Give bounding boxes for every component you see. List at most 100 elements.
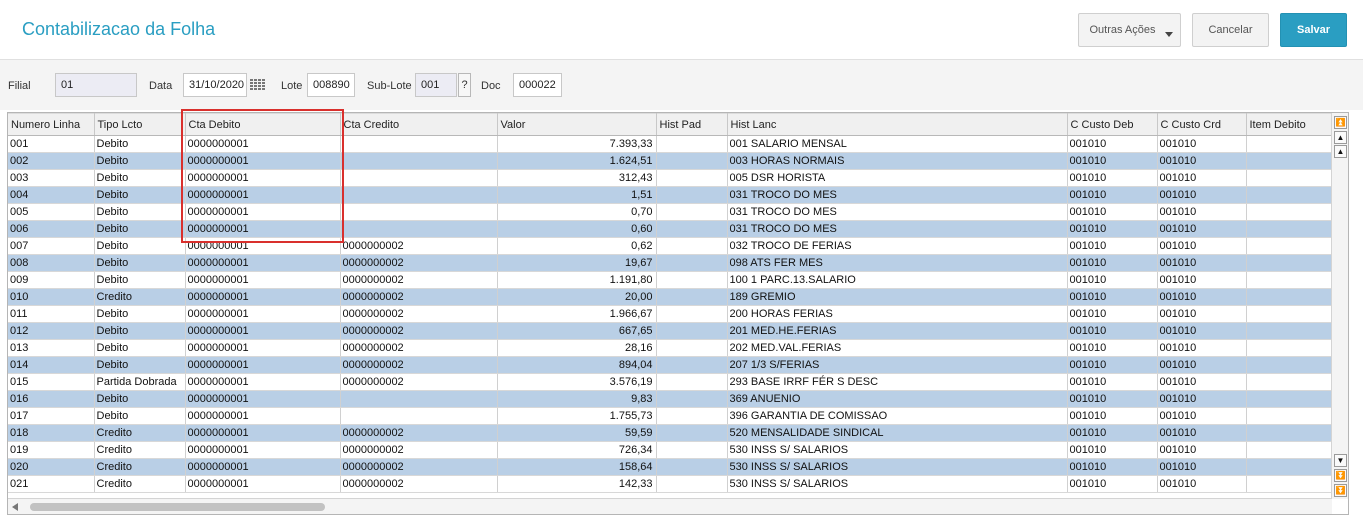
table-cell[interactable]: 001010: [1157, 220, 1247, 238]
table-cell[interactable]: 0000000001: [185, 186, 341, 204]
table-cell[interactable]: Debito: [94, 220, 186, 238]
column-header[interactable]: Hist Lanc: [727, 113, 1068, 136]
table-cell[interactable]: [340, 390, 498, 408]
calendar-icon[interactable]: [250, 79, 266, 91]
doc-field[interactable]: 000022: [513, 73, 562, 97]
table-row[interactable]: 019 Credito 0000000001 0000000002 726,34 530 …: [8, 441, 1333, 459]
table-cell[interactable]: [340, 407, 498, 425]
table-row[interactable]: 007 Debito 0000000001 0000000002 0,62 032 TRO…: [8, 237, 1333, 255]
column-header[interactable]: Item Debito: [1246, 113, 1333, 136]
lancamentos-grid[interactable]: Numero Linha Tipo Lcto Cta Debito Cta Credi…: [7, 112, 1349, 515]
table-cell[interactable]: [656, 203, 728, 221]
table-cell[interactable]: 001010: [1157, 288, 1247, 306]
table-cell[interactable]: 001010: [1067, 424, 1158, 442]
table-cell[interactable]: 001 SALARIO MENSAL: [727, 135, 1068, 153]
sublote-help-button[interactable]: ?: [458, 73, 471, 97]
table-cell[interactable]: Debito: [94, 322, 186, 340]
table-cell[interactable]: Debito: [94, 356, 186, 374]
filial-field[interactable]: 01: [55, 73, 137, 97]
table-cell[interactable]: [656, 305, 728, 323]
scroll-left-icon[interactable]: [12, 503, 18, 511]
table-cell[interactable]: 018: [8, 424, 95, 442]
table-cell[interactable]: Partida Dobrada: [94, 373, 186, 391]
table-cell[interactable]: [656, 458, 728, 476]
table-cell[interactable]: Debito: [94, 203, 186, 221]
table-cell[interactable]: [656, 356, 728, 374]
table-cell[interactable]: 001010: [1067, 237, 1158, 255]
table-cell[interactable]: [340, 186, 498, 204]
table-cell[interactable]: 530 INSS S/ SALARIOS: [727, 441, 1068, 459]
table-cell[interactable]: 008: [8, 254, 95, 272]
table-row[interactable]: 014 Debito 0000000001 0000000002 894,04 207 1…: [8, 356, 1333, 374]
table-cell[interactable]: 19,67: [497, 254, 657, 272]
table-cell[interactable]: 0000000001: [185, 390, 341, 408]
table-cell[interactable]: 001010: [1157, 203, 1247, 221]
save-button[interactable]: Salvar: [1280, 13, 1347, 47]
table-cell[interactable]: 0000000001: [185, 203, 341, 221]
table-cell[interactable]: 530 INSS S/ SALARIOS: [727, 475, 1068, 493]
table-cell[interactable]: 0000000001: [185, 288, 341, 306]
table-cell[interactable]: 1.755,73: [497, 407, 657, 425]
table-cell[interactable]: 0000000002: [340, 237, 498, 255]
table-cell[interactable]: Debito: [94, 135, 186, 153]
table-cell[interactable]: 0,62: [497, 237, 657, 255]
table-cell[interactable]: 0000000001: [185, 373, 341, 391]
table-cell[interactable]: 001010: [1157, 458, 1247, 476]
table-cell[interactable]: [656, 254, 728, 272]
table-cell[interactable]: [1246, 373, 1333, 391]
table-cell[interactable]: 0,60: [497, 220, 657, 238]
table-cell[interactable]: [1246, 254, 1333, 272]
table-cell[interactable]: [1246, 288, 1333, 306]
table-cell[interactable]: 001010: [1067, 288, 1158, 306]
table-cell[interactable]: 001010: [1067, 305, 1158, 323]
table-cell[interactable]: 004: [8, 186, 95, 204]
table-cell[interactable]: Debito: [94, 186, 186, 204]
column-header[interactable]: Cta Debito: [185, 113, 341, 136]
table-cell[interactable]: 520 MENSALIDADE SINDICAL: [727, 424, 1068, 442]
table-cell[interactable]: 001010: [1067, 475, 1158, 493]
table-cell[interactable]: 396 GARANTIA DE COMISSAO: [727, 407, 1068, 425]
table-cell[interactable]: 003 HORAS NORMAIS: [727, 152, 1068, 170]
table-cell[interactable]: 0000000001: [185, 237, 341, 255]
table-cell[interactable]: 001010: [1157, 271, 1247, 289]
table-cell[interactable]: [340, 152, 498, 170]
column-header[interactable]: C Custo Crd: [1157, 113, 1247, 136]
table-cell[interactable]: [1246, 475, 1333, 493]
table-cell[interactable]: Debito: [94, 390, 186, 408]
scroll-down-icon[interactable]: ▼: [1334, 454, 1347, 467]
table-cell[interactable]: 894,04: [497, 356, 657, 374]
table-cell[interactable]: 0000000002: [340, 254, 498, 272]
table-cell[interactable]: 0000000002: [340, 458, 498, 476]
table-cell[interactable]: 016: [8, 390, 95, 408]
horizontal-scrollbar[interactable]: [8, 498, 1332, 514]
vertical-scrollbar[interactable]: ⏫ ▲ ▲ ▼ ⏬ ⏬: [1331, 113, 1348, 499]
table-cell[interactable]: 002: [8, 152, 95, 170]
table-cell[interactable]: [656, 271, 728, 289]
table-row[interactable]: 003 Debito 0000000001 312,43 005 DSR HORISTA…: [8, 169, 1333, 187]
table-cell[interactable]: 1.191,80: [497, 271, 657, 289]
table-cell[interactable]: 20,00: [497, 288, 657, 306]
table-row[interactable]: 017 Debito 0000000001 1.755,73 396 GARANTIA …: [8, 407, 1333, 425]
table-cell[interactable]: 032 TROCO DE FERIAS: [727, 237, 1068, 255]
table-cell[interactable]: 010: [8, 288, 95, 306]
table-cell[interactable]: 0000000002: [340, 288, 498, 306]
table-row[interactable]: 002 Debito 0000000001 1.624,51 003 HORAS NOR…: [8, 152, 1333, 170]
table-row[interactable]: 016 Debito 0000000001 9,83 369 ANUENIO 001010…: [8, 390, 1333, 408]
table-cell[interactable]: [656, 237, 728, 255]
table-cell[interactable]: 0000000001: [185, 322, 341, 340]
table-cell[interactable]: [656, 169, 728, 187]
table-cell[interactable]: 001010: [1157, 186, 1247, 204]
cancel-button[interactable]: Cancelar: [1192, 13, 1269, 47]
table-cell[interactable]: 001010: [1067, 254, 1158, 272]
table-cell[interactable]: 201 MED.HE.FERIAS: [727, 322, 1068, 340]
table-cell[interactable]: Debito: [94, 254, 186, 272]
data-field[interactable]: 31/10/2020: [183, 73, 247, 97]
table-cell[interactable]: 0000000002: [340, 322, 498, 340]
table-cell[interactable]: 001010: [1067, 339, 1158, 357]
table-cell[interactable]: 001010: [1067, 152, 1158, 170]
table-cell[interactable]: 0000000002: [340, 305, 498, 323]
table-cell[interactable]: [1246, 220, 1333, 238]
table-cell[interactable]: 001010: [1157, 305, 1247, 323]
table-cell[interactable]: 001010: [1157, 424, 1247, 442]
outras-acoes-button[interactable]: Outras Ações: [1078, 13, 1181, 47]
